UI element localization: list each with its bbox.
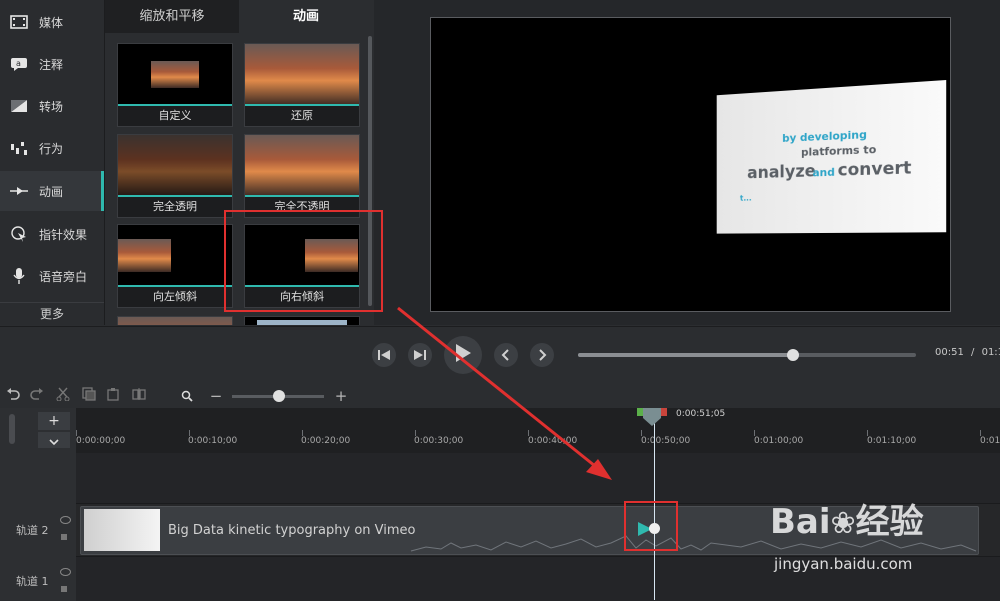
watermark-logo: Bai❀经验 [770, 494, 924, 543]
paw-icon: ❀ [830, 506, 856, 541]
watermark-brand-cn: 经验 [855, 502, 924, 542]
watermark-url: jingyan.baidu.com [774, 555, 913, 573]
watermark-brand: Bai [770, 502, 831, 542]
